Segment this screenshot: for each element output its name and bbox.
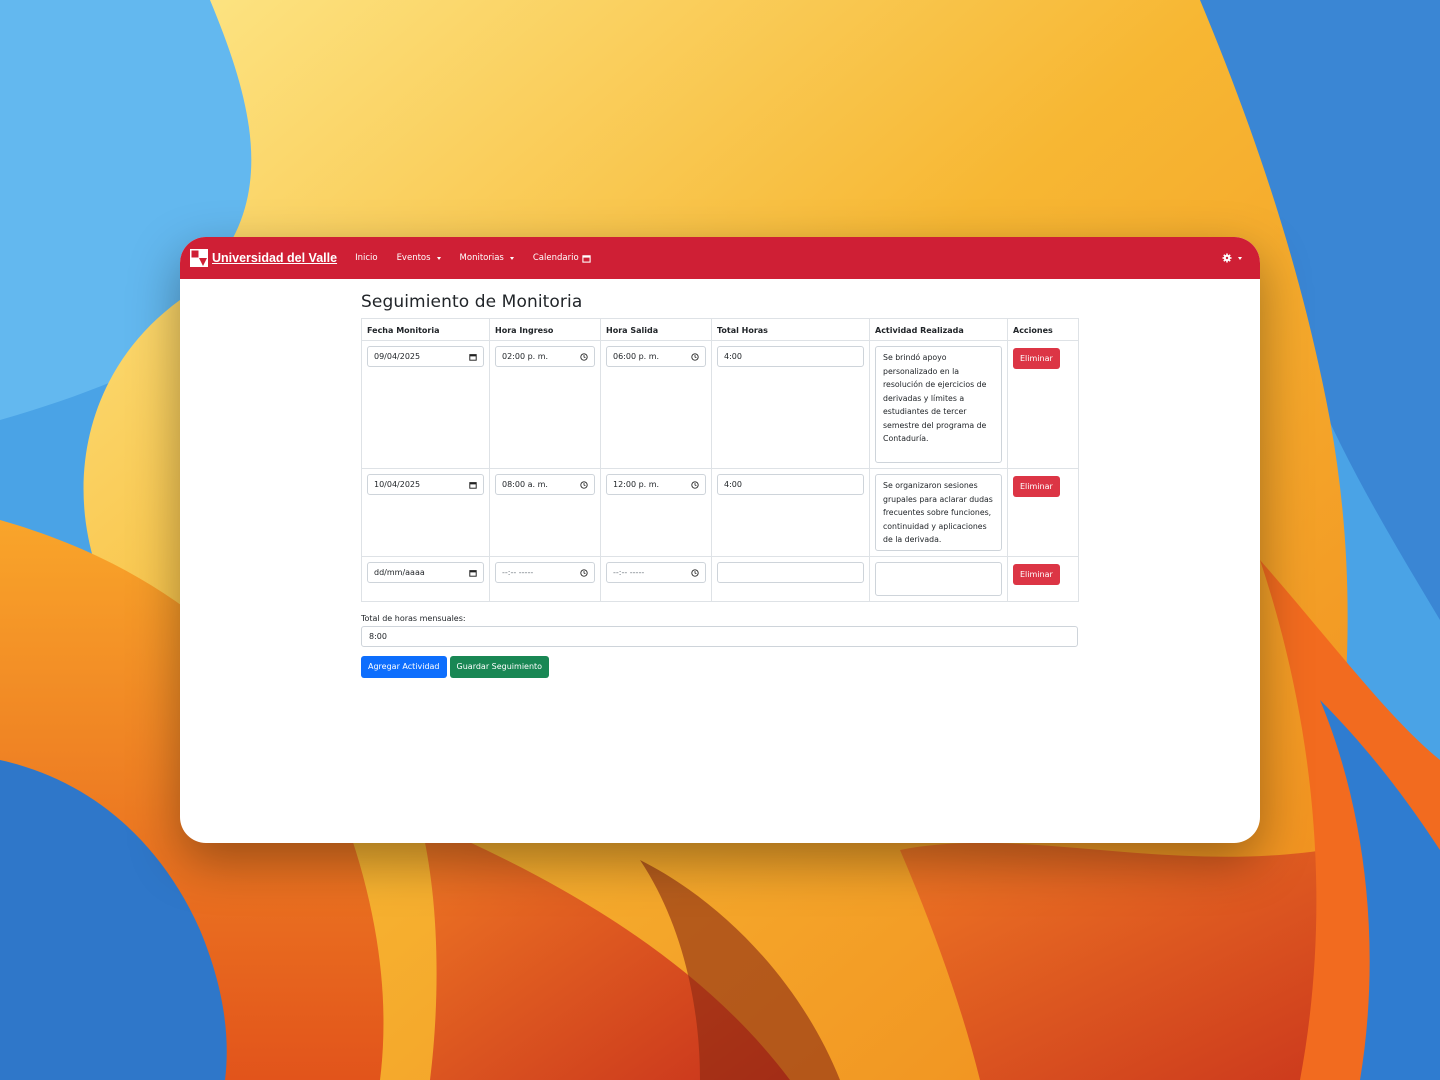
table-header-row: Fecha Monitoria Hora Ingreso Hora Salida… bbox=[361, 318, 1079, 341]
monthly-total-field[interactable]: 8:00 bbox=[361, 626, 1078, 647]
time-in-input[interactable]: 08:00 a. m. bbox=[495, 474, 595, 495]
page-title: Seguimiento de Monitoria bbox=[361, 292, 583, 312]
caret-down-icon bbox=[436, 256, 441, 260]
nav-inicio-label: Inicio bbox=[355, 253, 378, 263]
monthly-total-label: Total de horas mensuales: bbox=[361, 614, 466, 623]
univalle-logo-icon bbox=[190, 249, 208, 267]
action-buttons: Agregar Actividad Guardar Seguimiento bbox=[361, 656, 1078, 678]
time-out-input[interactable]: --:-- ----- bbox=[606, 562, 706, 583]
caret-down-icon bbox=[509, 256, 514, 260]
save-tracking-button[interactable]: Guardar Seguimiento bbox=[449, 656, 550, 678]
clock-icon bbox=[691, 568, 699, 577]
total-hours-input[interactable]: 4:00 bbox=[717, 474, 864, 495]
date-input[interactable]: 10/04/2025 bbox=[367, 474, 484, 495]
clock-icon bbox=[580, 352, 588, 361]
nav-monitorias-label: Monitorias bbox=[459, 253, 504, 263]
activity-textarea[interactable] bbox=[875, 562, 1002, 596]
nav-eventos[interactable]: Eventos bbox=[397, 253, 441, 263]
table-row: 09/04/2025 02:00 p. m. 06:00 p. m. 4:00 … bbox=[361, 340, 1079, 469]
nav-calendario[interactable]: Calendario bbox=[533, 253, 591, 263]
time-in-input[interactable]: --:-- ----- bbox=[495, 562, 595, 583]
monitoring-table: Fecha Monitoria Hora Ingreso Hora Salida… bbox=[361, 318, 1079, 602]
header-salida: Hora Salida bbox=[600, 318, 712, 341]
gear-icon bbox=[1222, 253, 1232, 263]
header-acciones: Acciones bbox=[1007, 318, 1079, 341]
activity-textarea[interactable]: Se brindó apoyo personalizado en la reso… bbox=[875, 346, 1002, 463]
nav-monitorias[interactable]: Monitorias bbox=[460, 253, 514, 263]
caret-down-icon bbox=[1238, 256, 1242, 260]
date-input[interactable]: dd/mm/aaaa bbox=[367, 562, 484, 583]
time-out-input[interactable]: 12:00 p. m. bbox=[606, 474, 706, 495]
monthly-total-value: 8:00 bbox=[369, 632, 387, 641]
delete-button[interactable]: Eliminar bbox=[1013, 564, 1060, 585]
header-actividad: Actividad Realizada bbox=[869, 318, 1008, 341]
activity-textarea[interactable]: Se organizaron sesiones grupales para ac… bbox=[875, 474, 1002, 551]
date-input[interactable]: 09/04/2025 bbox=[367, 346, 484, 367]
header-ingreso: Hora Ingreso bbox=[489, 318, 601, 341]
time-out-input[interactable]: 06:00 p. m. bbox=[606, 346, 706, 367]
nav-eventos-label: Eventos bbox=[396, 253, 431, 263]
top-navbar: Universidad del Valle Inicio Eventos Mon… bbox=[180, 237, 1260, 279]
clock-icon bbox=[580, 568, 588, 577]
main-content: Seguimiento de Monitoria Fecha Monitoria… bbox=[361, 292, 1079, 678]
browser-window: Universidad del Valle Inicio Eventos Mon… bbox=[180, 237, 1260, 843]
total-hours-input[interactable] bbox=[717, 562, 864, 583]
calendar-icon bbox=[469, 353, 477, 361]
clock-icon bbox=[691, 352, 699, 361]
brand-name[interactable]: Universidad del Valle bbox=[212, 251, 337, 265]
header-total: Total Horas bbox=[711, 318, 870, 341]
settings-menu[interactable] bbox=[1222, 253, 1242, 263]
delete-button[interactable]: Eliminar bbox=[1013, 476, 1060, 497]
calendar-icon bbox=[469, 481, 477, 489]
delete-button[interactable]: Eliminar bbox=[1013, 348, 1060, 369]
total-hours-input[interactable]: 4:00 bbox=[717, 346, 864, 367]
clock-icon bbox=[691, 480, 699, 489]
table-row: dd/mm/aaaa --:-- ----- --:-- ----- Elimi… bbox=[361, 556, 1079, 602]
nav-inicio[interactable]: Inicio bbox=[355, 253, 378, 263]
nav-calendario-label: Calendario bbox=[532, 253, 579, 263]
calendar-icon bbox=[469, 569, 477, 577]
add-activity-button[interactable]: Agregar Actividad bbox=[361, 656, 447, 678]
clock-icon bbox=[580, 480, 588, 489]
time-in-input[interactable]: 02:00 p. m. bbox=[495, 346, 595, 367]
brand[interactable]: Universidad del Valle bbox=[190, 249, 337, 267]
header-fecha: Fecha Monitoria bbox=[361, 318, 490, 341]
table-row: 10/04/2025 08:00 a. m. 12:00 p. m. 4:00 … bbox=[361, 468, 1079, 557]
calendar-icon bbox=[582, 254, 591, 263]
